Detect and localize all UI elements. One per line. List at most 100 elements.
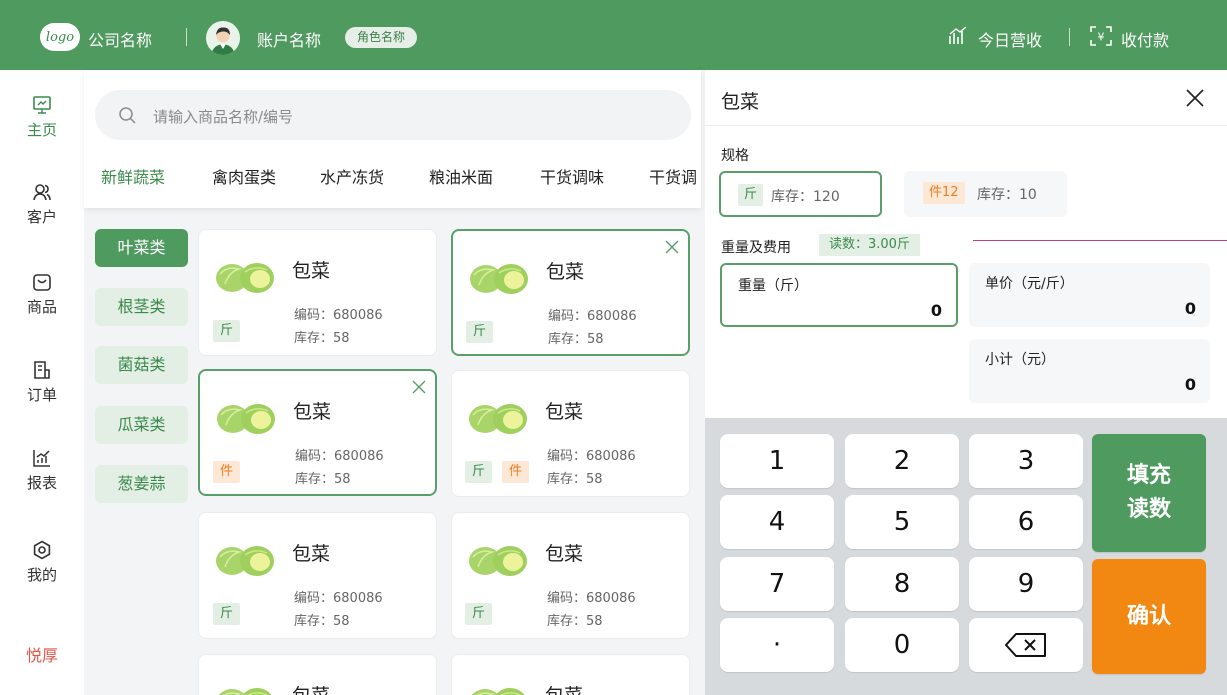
search-category-panel: 请输入商品名称/编号 新鲜蔬菜 禽肉蛋类 水产冻货 粮油米面 干货调味 干货调 — [84, 70, 701, 208]
cabbage-image — [215, 687, 275, 695]
cabbage-image — [468, 403, 528, 435]
sidebar-item-home[interactable]: 主页 — [0, 95, 84, 140]
sidebar-item-label: 商品 — [26, 298, 57, 316]
unit-price-value: 0 — [1184, 299, 1196, 318]
subcategory-item[interactable]: 菌菇类 — [95, 346, 188, 384]
divider — [705, 125, 1227, 126]
product-name: 包菜 — [292, 543, 331, 565]
unit-price-field[interactable]: 单价（元/斤） 0 — [969, 263, 1210, 327]
svg-text:¥: ¥ — [1098, 31, 1105, 44]
category-tab[interactable]: 干货调 — [649, 164, 697, 188]
top-bar: logo 公司名称 账户名称 角色名称 今日营收 ¥ 收付款 — [0, 0, 1227, 70]
product-name: 包菜 — [293, 401, 332, 423]
cabbage-image — [215, 545, 275, 577]
sidebar-item-customers[interactable]: 客户 — [0, 182, 84, 227]
key-9[interactable]: 9 — [969, 557, 1083, 611]
category-tab[interactable]: 粮油米面 — [429, 164, 493, 188]
gear-icon — [33, 540, 51, 560]
key-5[interactable]: 5 — [845, 495, 959, 549]
subcategory-item[interactable]: 叶菜类 — [95, 229, 188, 267]
weight-label: 重量（斤） — [738, 278, 808, 294]
weight-cost-label: 重量及费用 — [721, 240, 791, 256]
product-code: 编码：680086 — [548, 309, 637, 324]
subcategory-item[interactable]: 葱姜蒜 — [95, 465, 188, 503]
sidebar-item-orders[interactable]: 订单 — [0, 360, 84, 405]
product-code: 编码：680086 — [294, 308, 383, 323]
product-card[interactable]: 包菜 编码：680086 库存：58 斤 — [451, 512, 690, 639]
weight-field[interactable]: 重量（斤） 0 — [720, 263, 958, 327]
product-name: 包菜 — [545, 543, 584, 565]
sidebar-item-mine[interactable]: 我的 — [0, 540, 84, 585]
product-stock: 库存：58 — [547, 614, 603, 629]
unit-tag: 斤 — [465, 603, 493, 625]
sidebar-item-label: 客户 — [26, 208, 57, 226]
key-2[interactable]: 2 — [845, 434, 959, 488]
cabbage-image — [216, 403, 276, 435]
key-1[interactable]: 1 — [720, 434, 834, 488]
sidebar-item-reports[interactable]: 报表 — [0, 448, 84, 493]
product-stock: 库存：58 — [294, 614, 350, 629]
close-icon[interactable] — [411, 379, 427, 395]
cabbage-image — [215, 262, 275, 294]
avatar[interactable] — [206, 21, 240, 55]
sidebar: 主页 客户 商品 订单 报表 我的 悦厚 — [0, 70, 84, 695]
close-icon[interactable] — [1185, 88, 1205, 108]
product-name: 包菜 — [545, 681, 583, 695]
guide-line — [973, 240, 1227, 241]
monitor-icon — [33, 96, 51, 114]
product-card[interactable]: 包菜 — [451, 654, 690, 695]
search-bar[interactable]: 请输入商品名称/编号 — [95, 90, 691, 140]
cabbage-image — [468, 545, 528, 577]
confirm-button[interactable]: 确认 — [1092, 559, 1206, 674]
search-input[interactable]: 请输入商品名称/编号 — [153, 106, 293, 127]
unit-tag: 斤 — [465, 461, 493, 483]
close-icon[interactable] — [664, 239, 680, 255]
spec-option[interactable]: 斤 库存：120 — [719, 171, 882, 217]
key-4[interactable]: 4 — [720, 495, 834, 549]
key-6[interactable]: 6 — [969, 495, 1083, 549]
spec-option[interactable]: 件12 库存：10 — [904, 171, 1067, 217]
role-badge: 角色名称 — [345, 27, 418, 48]
detail-title: 包菜 — [721, 91, 760, 113]
product-stock: 库存：58 — [295, 472, 351, 487]
key-8[interactable]: 8 — [845, 557, 959, 611]
key-3[interactable]: 3 — [969, 434, 1083, 488]
category-tab[interactable]: 干货调味 — [540, 164, 604, 188]
product-name: 包菜 — [292, 260, 331, 282]
unit-price-label: 单价（元/斤） — [985, 276, 1074, 292]
product-card[interactable]: 包菜 编码：680086 库存：58 斤 — [198, 229, 437, 356]
product-stock: 库存：58 — [548, 332, 604, 347]
key-0[interactable]: 0 — [845, 618, 959, 672]
subtotal-value: 0 — [1184, 375, 1196, 394]
sidebar-item-label: 订单 — [26, 386, 57, 404]
category-tab[interactable]: 水产冻货 — [320, 164, 384, 188]
key-7[interactable]: 7 — [720, 557, 834, 611]
chart-icon — [33, 450, 50, 467]
category-tab[interactable]: 新鲜蔬菜 — [101, 164, 165, 188]
product-card[interactable]: 包菜 编码：680086 库存：58 斤 — [198, 512, 437, 639]
product-detail-panel: 包菜 规格 斤 库存：120 件12 库存：10 重量及费用 读数：3.00斤 … — [705, 70, 1227, 418]
today-revenue-link[interactable]: 今日营收 — [978, 27, 1042, 51]
product-card[interactable]: 包菜 编码：680086 库存：58 斤 件 — [451, 370, 690, 497]
product-stock: 库存：58 — [547, 472, 603, 487]
key-dot[interactable]: · — [720, 618, 834, 672]
sidebar-item-label: 报表 — [26, 474, 57, 492]
subtotal-label: 小计（元） — [985, 352, 1055, 368]
unit-tag: 件 — [213, 461, 241, 483]
fill-reading-button[interactable]: 填充 读数 — [1092, 434, 1206, 552]
product-card[interactable]: 包菜 编码：680086 库存：58 斤 — [451, 229, 690, 356]
scan-pay-icon[interactable]: ¥ — [1090, 26, 1112, 46]
subcategory-item[interactable]: 根茎类 — [95, 288, 188, 326]
spec-label: 规格 — [721, 148, 749, 164]
payment-link[interactable]: 收付款 — [1121, 27, 1169, 51]
product-code: 编码：680086 — [547, 591, 636, 606]
subcategory-item[interactable]: 瓜菜类 — [95, 406, 188, 444]
backspace-key[interactable] — [969, 618, 1083, 672]
product-card[interactable]: 包菜 — [198, 654, 437, 695]
product-card[interactable]: 包菜 编码：680086 库存：58 件 — [198, 369, 437, 496]
revenue-icon[interactable] — [948, 26, 968, 46]
header-divider — [186, 28, 187, 46]
category-tab[interactable]: 禽肉蛋类 — [212, 164, 276, 188]
sidebar-item-products[interactable]: 商品 — [0, 272, 84, 317]
sidebar-item-label: 我的 — [26, 566, 57, 584]
